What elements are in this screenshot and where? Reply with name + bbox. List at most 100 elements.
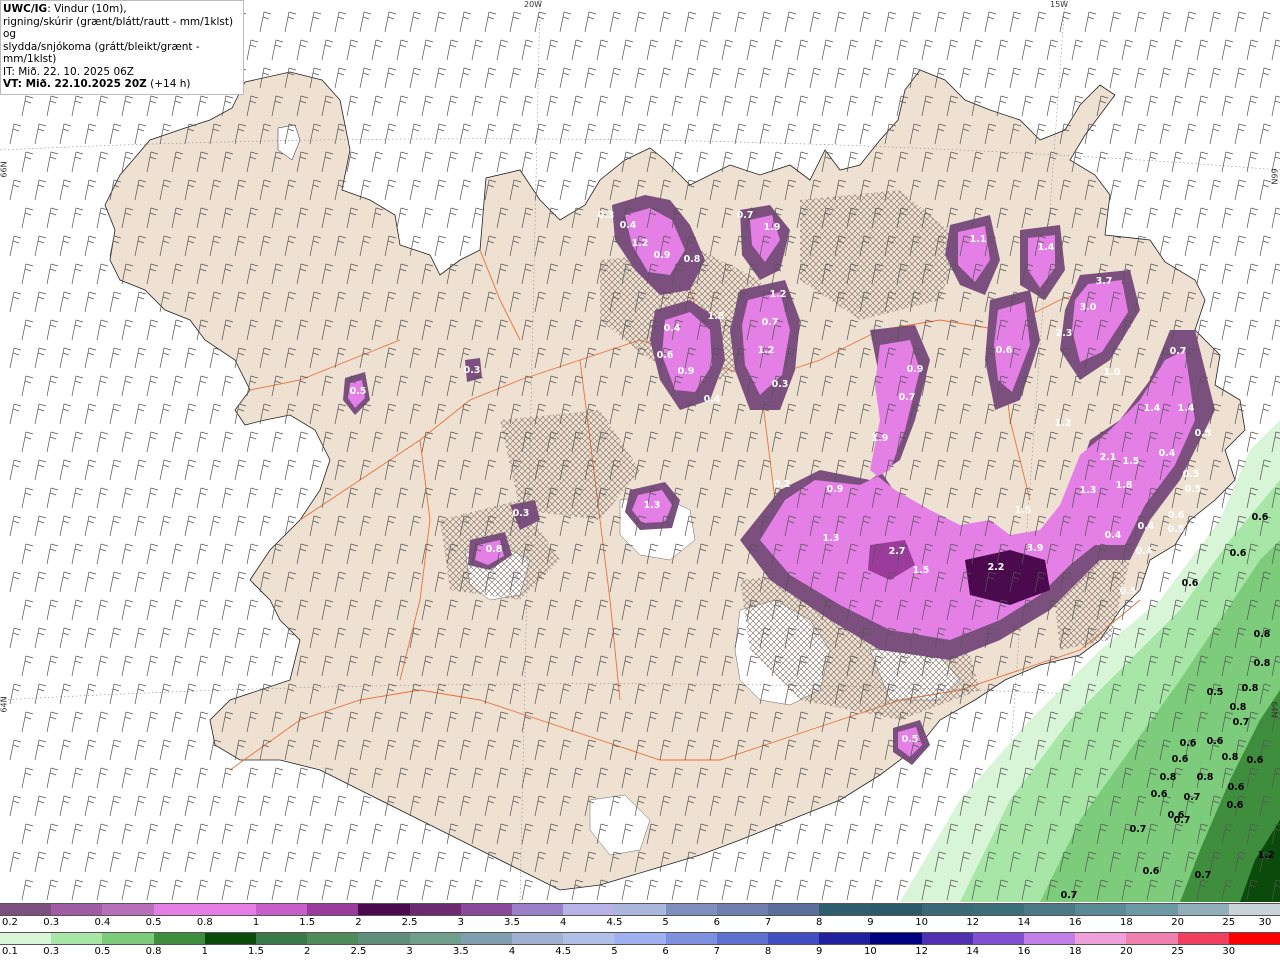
snow-value: 0.9 xyxy=(654,250,671,261)
snow-value: 1.2 xyxy=(632,238,649,249)
colorbar-cell xyxy=(51,904,103,915)
rain-value: 0.7 xyxy=(1130,824,1147,835)
snow-value: 1.9 xyxy=(764,222,781,233)
rain-value: 0.6 xyxy=(1172,754,1189,765)
snow-value: 0.8 xyxy=(684,254,701,265)
colorbar-label: 0.8 xyxy=(196,917,213,928)
colorbar-cell xyxy=(819,904,871,915)
snow-description: slydda/snjókoma (grátt/bleikt/grænt - mm… xyxy=(3,40,200,66)
rain-value: 0.8 xyxy=(1254,658,1271,669)
colorbar-cell xyxy=(921,904,973,915)
colorbar-label: 16 xyxy=(1068,917,1082,928)
colorbar-label: 4.5 xyxy=(555,946,572,957)
snow-value: 3.7 xyxy=(1096,276,1113,287)
colorbar-label: 0.4 xyxy=(94,917,111,928)
colorbar-label: 0.3 xyxy=(43,946,60,957)
colorbar-cell xyxy=(307,904,359,915)
rain-value: 0.8 xyxy=(1160,772,1177,783)
colorbar-label: 4 xyxy=(508,946,516,957)
rain-value: 0.7 xyxy=(1174,815,1191,826)
valid-time: VT: Mið. 22.10.2025 20Z xyxy=(3,78,147,90)
snow-value: 1.3 xyxy=(823,533,840,544)
colorbar-label: 3.5 xyxy=(504,917,520,928)
colorbar-label: 3.5 xyxy=(452,946,469,957)
lon-label-20w: 20W xyxy=(524,0,543,9)
colorbar-cell xyxy=(665,904,717,915)
snow-value: 1.5 xyxy=(1123,456,1140,467)
colorbar-label: 18 xyxy=(1120,917,1133,928)
colorbar-label: 14 xyxy=(966,946,980,957)
snow-value: 0.5 xyxy=(1183,469,1200,480)
colorbar-label: 1 xyxy=(252,917,260,928)
colorbar-label: 10 xyxy=(864,946,877,957)
colorbar-label: 4.5 xyxy=(606,917,623,928)
colorbar-cell xyxy=(1126,933,1178,944)
colorbar-cell xyxy=(972,933,1025,944)
colorbar-cell xyxy=(1126,904,1178,915)
variable-title: : Vindur (10m), xyxy=(47,3,127,15)
snow-value: 1.4 xyxy=(1038,242,1055,253)
colorbar-label: 8 xyxy=(816,917,823,928)
model-name: UWC/IG xyxy=(3,3,48,15)
colorbar-label: 0.3 xyxy=(43,917,60,928)
colorbar-cell xyxy=(204,933,257,944)
colorbar-cell xyxy=(460,904,513,915)
colorbar-label: 9 xyxy=(816,946,823,957)
colorbar-cell xyxy=(307,933,359,944)
init-time: IT: Mið. 22. 10. 2025 06Z xyxy=(3,65,134,78)
lon-label-15w: 15W xyxy=(1050,0,1069,9)
snow-value: 0.4 xyxy=(1159,448,1176,459)
rain-value: 0.8 xyxy=(1197,772,1214,783)
snow-value: 1.9 xyxy=(872,433,889,444)
rain-value: 0.7 xyxy=(1233,717,1250,728)
rain-value: 0.8 xyxy=(1242,683,1259,694)
colorbar-label: 4 xyxy=(560,917,567,928)
snow-value: 1.8 xyxy=(1116,480,1133,491)
snow-colorbar-labels: 0.2 0.3 0.4 0.5 0.8 1 1.5 2 2.5 3 3.5 4 4.5 5 6 7 8 9 10 12… xyxy=(0,917,1280,931)
colorbar-cell xyxy=(512,904,564,915)
snow-value: 0.7 xyxy=(1170,346,1187,357)
colorbar-cell xyxy=(716,933,769,944)
colorbar-cell xyxy=(1177,904,1229,915)
colorbar-cell xyxy=(153,933,205,944)
snow-value: 0.5 xyxy=(902,734,919,745)
snow-value: 0.6 xyxy=(1168,510,1185,521)
colorbar-label: 6 xyxy=(662,946,669,957)
rain-description: rigning/skúrir (grænt/blátt/rautt - mm/1… xyxy=(3,15,234,41)
rain-value: 0.6 xyxy=(1207,736,1224,747)
colorbar-cell xyxy=(819,933,871,944)
rain-value: 1.2 xyxy=(1258,850,1275,861)
colorbar-cell xyxy=(256,933,308,944)
colorbar-label: 7 xyxy=(764,917,772,928)
snow-value: 1.3 xyxy=(644,500,661,511)
rain-value: 0.7 xyxy=(1061,890,1078,901)
rain-value: 0.7 xyxy=(1184,792,1201,803)
rain-value: 0.6 xyxy=(1227,800,1244,811)
snow-value: 1.4 xyxy=(1178,403,1195,414)
colorbar-label: 0.8 xyxy=(145,946,162,957)
rain-value: 0.6 xyxy=(1151,789,1168,800)
colorbar-label: 25 xyxy=(1171,946,1184,957)
colorbar-label: 5 xyxy=(611,946,618,957)
snow-value: 0.3 xyxy=(598,210,615,221)
snow-value: 0.4 xyxy=(1105,530,1122,541)
snow-value: 0.6 xyxy=(996,345,1013,356)
colorbar-label: 3 xyxy=(406,946,413,957)
colorbar-label: 2 xyxy=(355,917,362,928)
colorbar-cell xyxy=(460,933,513,944)
snow-value: 1.5 xyxy=(913,565,930,576)
snow-value: 0.6 xyxy=(657,350,674,361)
colorbar-cell xyxy=(1228,904,1280,915)
snow-colorbar xyxy=(0,903,1280,916)
rain-value: 0.6 xyxy=(1180,738,1197,749)
rain-value: 0.6 xyxy=(1247,755,1264,766)
snow-value: 0.7 xyxy=(762,317,779,328)
snow-value: 1.5 xyxy=(1015,505,1032,516)
colorbar-cell xyxy=(563,904,615,915)
colorbar-cell xyxy=(1228,933,1280,944)
snow-value: 1.0 xyxy=(1104,367,1121,378)
colorbar-label: 0.5 xyxy=(145,917,162,928)
colorbar-label: 14 xyxy=(1017,917,1031,928)
colorbar-label: 1.5 xyxy=(299,917,316,928)
colorbar-label: 20 xyxy=(1120,946,1133,957)
